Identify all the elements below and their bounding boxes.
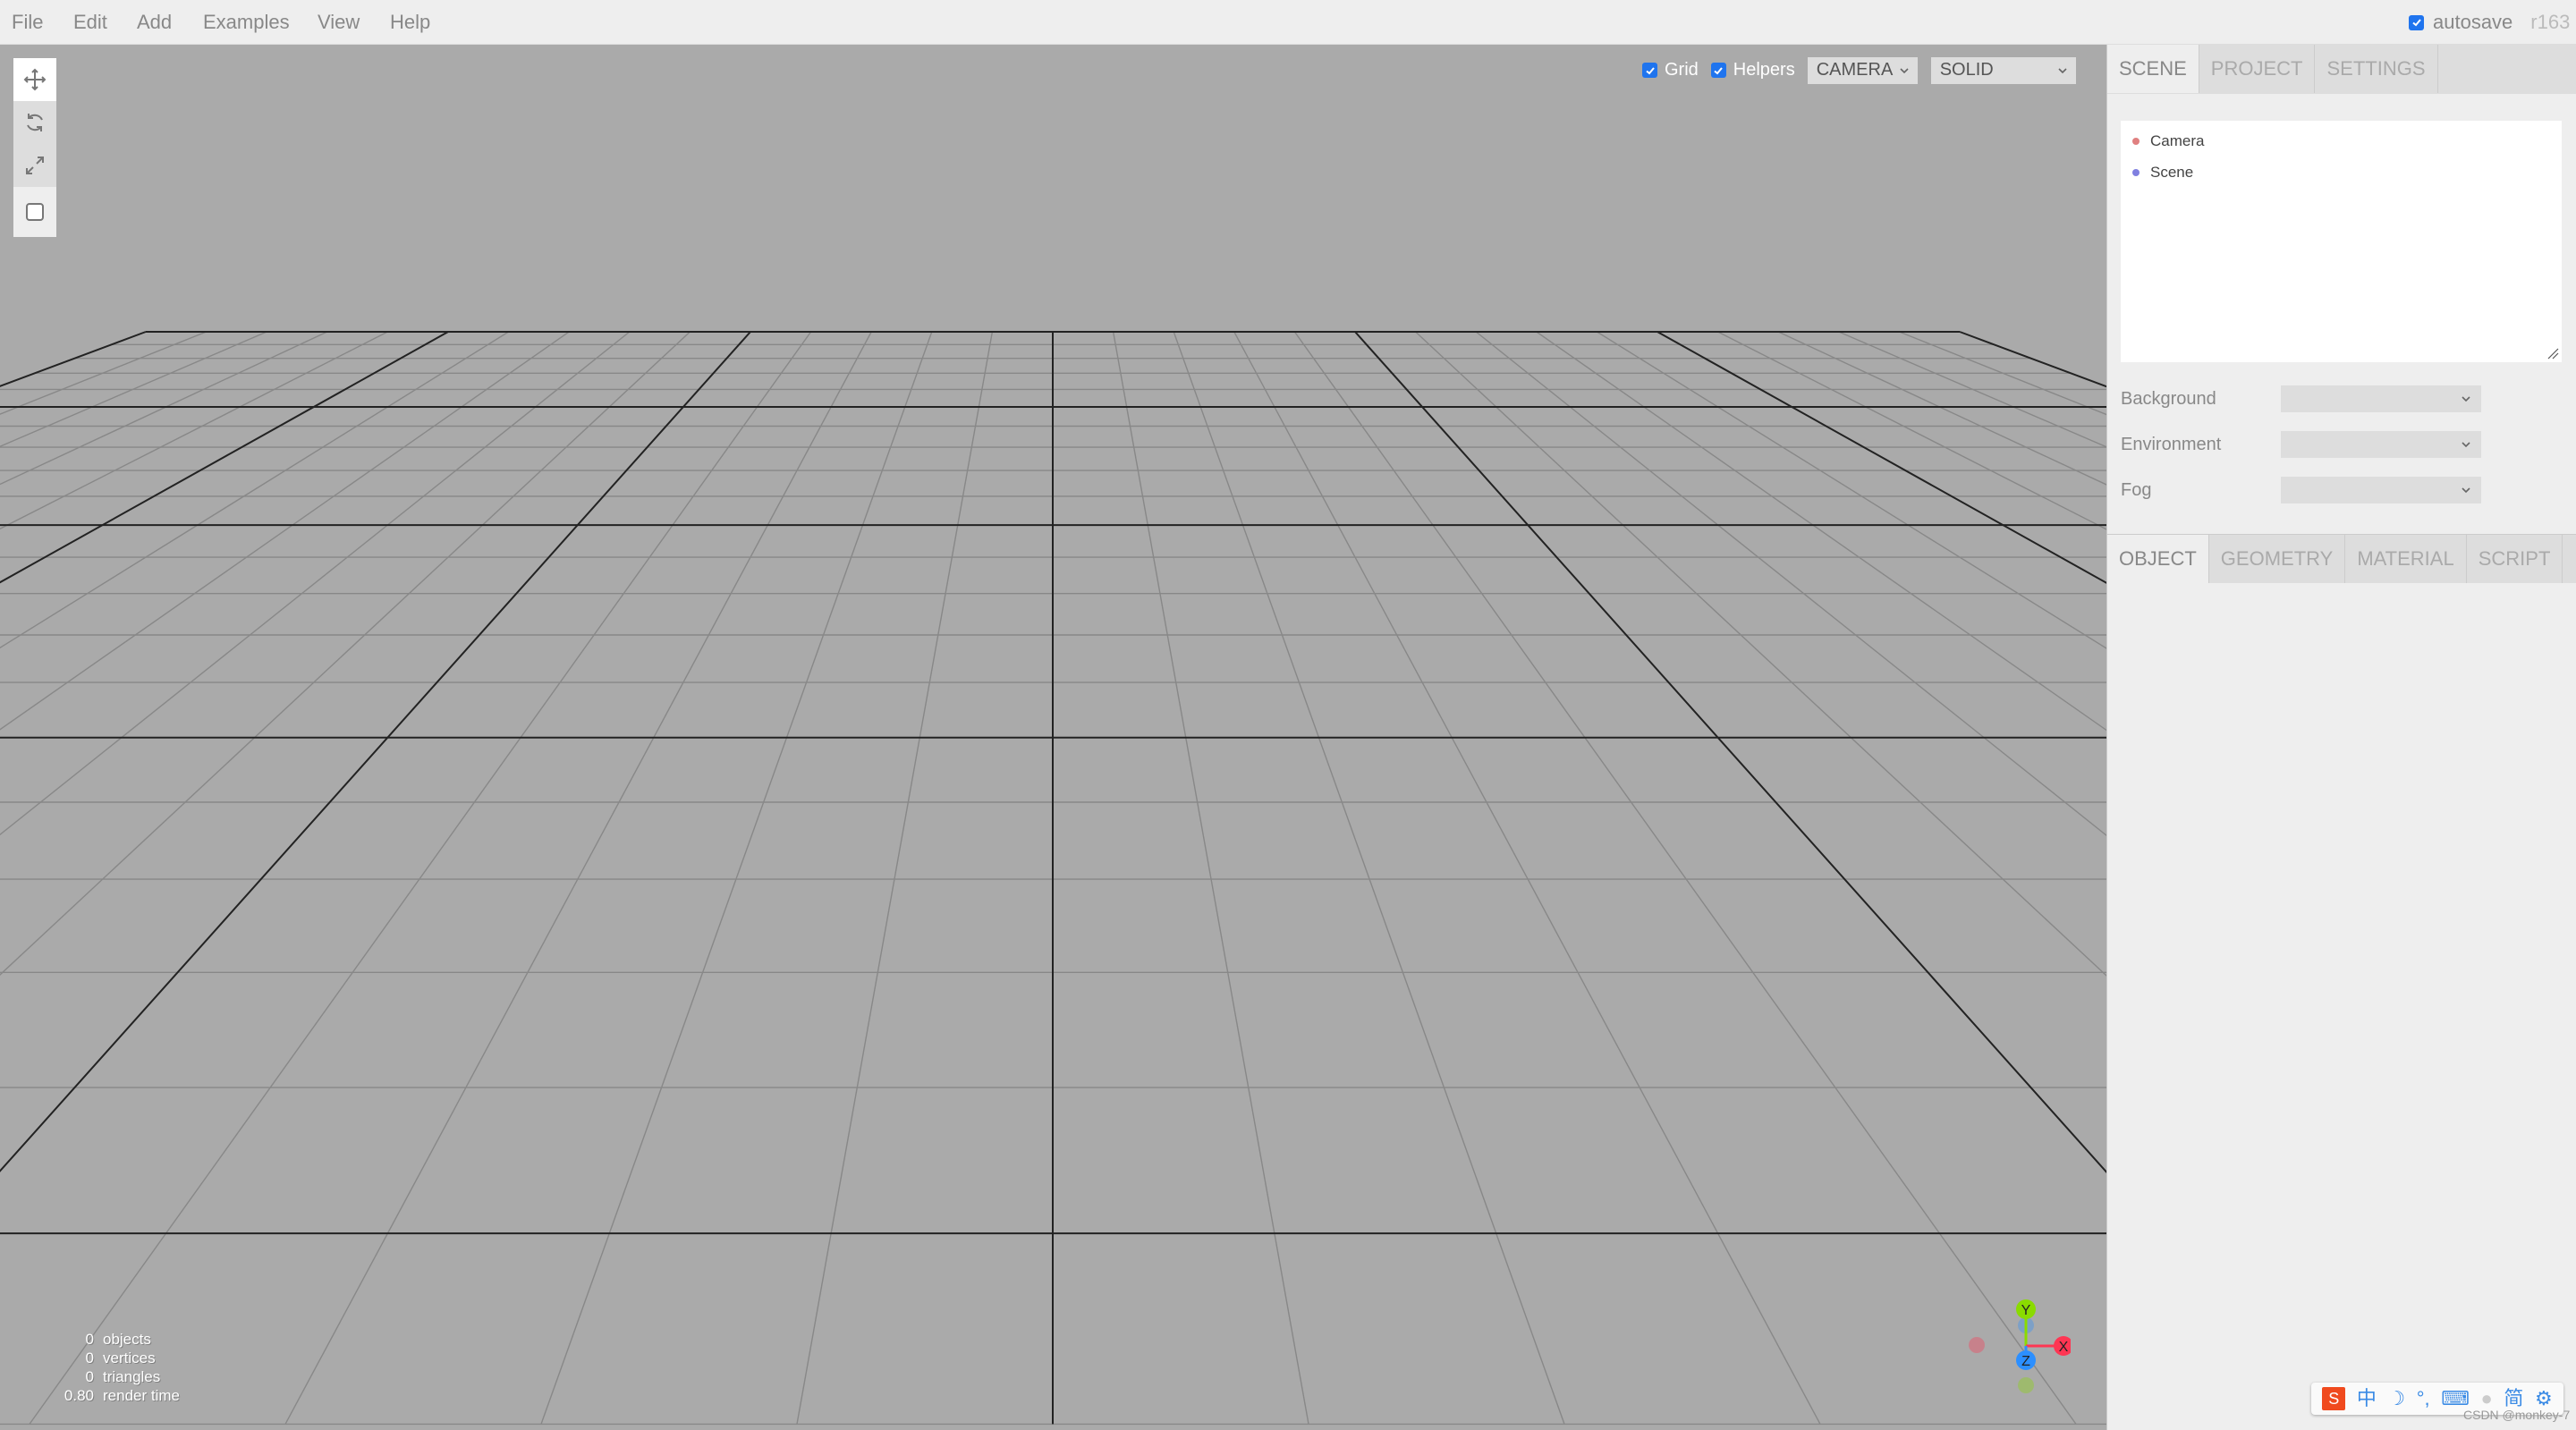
grid-helper (0, 331, 2106, 1426)
translate-button[interactable] (13, 58, 56, 101)
shading-select-value: SOLID (1939, 60, 1994, 80)
menubar: File Edit Add Examples View Help autosav… (0, 0, 2576, 45)
gizmo-z-label: Z (2021, 1354, 2030, 1369)
sidebar: SCENE PROJECT SETTINGS Camera Scene Back… (2106, 45, 2576, 1430)
menu-help[interactable]: Help (390, 0, 430, 45)
check-icon (2411, 19, 2421, 27)
info-value: 0 (85, 1368, 94, 1385)
tab-geometry[interactable]: GEOMETRY (2209, 535, 2346, 583)
move-arrows-icon (23, 68, 47, 91)
tab-script[interactable]: SCRIPT (2467, 535, 2563, 583)
menu-examples[interactable]: Examples (203, 0, 290, 45)
helpers-checkbox[interactable] (1710, 63, 1726, 78)
outliner-item-camera[interactable]: Camera (2121, 125, 2562, 157)
view-orientation-gizmo[interactable]: Y X Z (1954, 1290, 2071, 1406)
scene-outliner[interactable]: Camera Scene (2121, 121, 2562, 362)
background-label: Background (2121, 388, 2216, 409)
info-label: render time (103, 1387, 180, 1404)
punctuation-icon[interactable]: °, (2417, 1389, 2430, 1409)
menu-edit[interactable]: Edit (73, 0, 107, 45)
background-select[interactable] (2281, 385, 2481, 412)
camera-select[interactable]: CAMERA (1807, 56, 1918, 84)
gizmo-neg-x-handle[interactable] (1969, 1337, 1985, 1353)
grid-checkbox[interactable] (1642, 63, 1657, 78)
outliner-item-label: Camera (2150, 131, 2205, 149)
shading-select[interactable]: SOLID (1930, 56, 2076, 84)
check-icon (1645, 66, 1655, 74)
info-vertices: 0 vertices (54, 1349, 180, 1367)
tab-settings[interactable]: SETTINGS (2315, 45, 2438, 93)
scale-arrows-icon (26, 157, 44, 174)
version-label: r163 (2530, 11, 2571, 33)
moon-icon[interactable]: ☽ (2387, 1389, 2405, 1409)
info-value: 0 (85, 1350, 94, 1367)
tab-project[interactable]: PROJECT (2199, 45, 2316, 93)
tab-scene[interactable]: SCENE (2107, 45, 2199, 93)
background-row: Background (2121, 385, 2481, 412)
keyboard-icon[interactable]: ⌨ (2441, 1389, 2470, 1409)
checkbox-icon (26, 203, 44, 221)
gizmo-y-label: Y (2021, 1303, 2031, 1318)
info-value: 0 (85, 1331, 94, 1348)
chevron-down-icon (2058, 67, 2067, 73)
sidebar-properties-tabs: OBJECT GEOMETRY MATERIAL SCRIPT (2107, 534, 2576, 583)
info-objects: 0 objects (54, 1330, 180, 1349)
sidebar-top-tabs: SCENE PROJECT SETTINGS (2107, 45, 2576, 94)
user-icon[interactable]: ● (2481, 1389, 2493, 1409)
viewport-controls: Grid Helpers CAMERA SOLID (1642, 56, 2076, 84)
autosave-label: autosave (2433, 11, 2513, 33)
chevron-down-icon (2462, 442, 2470, 448)
gizmo-neg-y-handle[interactable] (2018, 1377, 2034, 1393)
autosave-checkbox[interactable] (2409, 14, 2424, 30)
outliner-item-label: Scene (2150, 163, 2194, 181)
info-label: objects (103, 1331, 151, 1348)
chevron-down-icon (1900, 67, 1909, 73)
rotate-icon (27, 114, 43, 131)
info-value: 0.80 (64, 1387, 94, 1404)
info-triangles: 0 triangles (54, 1367, 180, 1386)
sogou-logo-icon[interactable]: S (2322, 1387, 2346, 1410)
chevron-down-icon (2462, 487, 2470, 494)
helpers-label: Helpers (1733, 60, 1795, 80)
menu-file[interactable]: File (12, 0, 43, 45)
gizmo-x-label: X (2059, 1340, 2069, 1355)
simplified-icon[interactable]: 简 (2504, 1389, 2523, 1409)
tab-material[interactable]: MATERIAL (2345, 535, 2467, 583)
chevron-down-icon (2462, 396, 2470, 402)
render-info: 0 objects 0 vertices 0 triangles 0.80 render… (54, 1330, 180, 1405)
autosave-toggle: autosave r163 (2409, 0, 2570, 45)
tab-object[interactable]: OBJECT (2107, 535, 2209, 583)
fog-label: Fog (2121, 479, 2152, 500)
grid-label: Grid (1665, 60, 1699, 80)
gear-icon[interactable]: ⚙ (2535, 1389, 2553, 1409)
watermark: CSDN @monkey-7 (2463, 1408, 2571, 1422)
transform-toolbar (13, 58, 56, 237)
scene-dot-icon (2132, 168, 2140, 176)
info-label: triangles (103, 1368, 161, 1385)
info-label: vertices (103, 1350, 156, 1367)
check-icon (1714, 66, 1724, 74)
info-render-time: 0.80 render time (54, 1386, 180, 1405)
camera-dot-icon (2132, 137, 2140, 145)
menu-view[interactable]: View (318, 0, 360, 45)
fog-row: Fog (2121, 477, 2481, 503)
local-space-toggle[interactable] (13, 187, 56, 237)
environment-select[interactable] (2281, 431, 2481, 458)
menu-add[interactable]: Add (137, 0, 172, 45)
rotate-button[interactable] (13, 101, 56, 144)
resize-handle-icon[interactable] (2546, 347, 2559, 360)
camera-select-value: CAMERA (1816, 60, 1894, 80)
fog-select[interactable] (2281, 477, 2481, 503)
chinese-mode-icon[interactable]: 中 (2357, 1389, 2377, 1409)
outliner-item-scene[interactable]: Scene (2121, 157, 2562, 188)
environment-row: Environment (2121, 431, 2481, 458)
environment-label: Environment (2121, 434, 2222, 454)
scale-button[interactable] (13, 144, 56, 187)
viewport[interactable]: Grid Helpers CAMERA SOLID 0 objects 0 vert… (0, 45, 2106, 1430)
